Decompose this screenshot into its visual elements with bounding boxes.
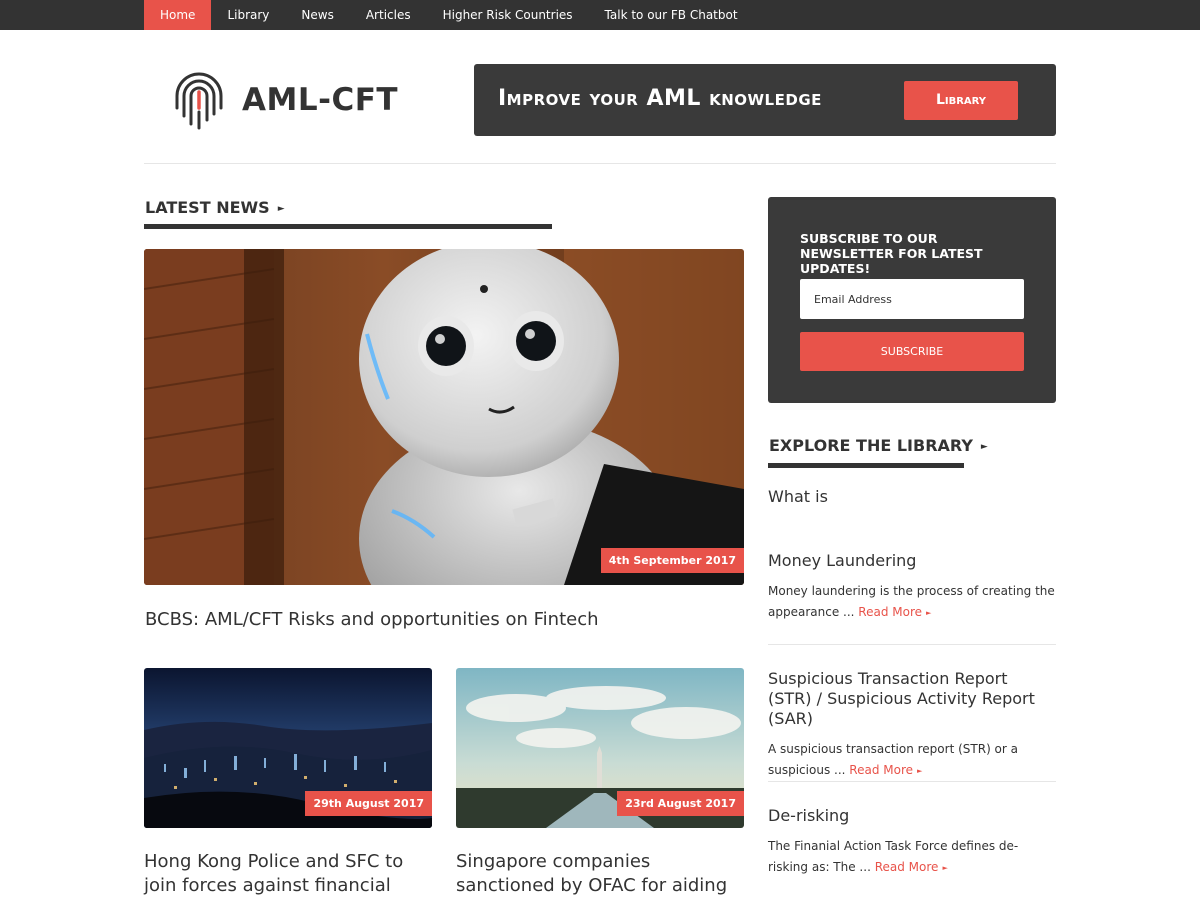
library-item: Money Laundering Money laundering is the… xyxy=(768,551,1056,624)
banner-library-button[interactable]: Library xyxy=(904,81,1018,120)
nav-library[interactable]: Library xyxy=(211,0,285,30)
brand-name: AML-CFT xyxy=(242,82,399,118)
library-item-title[interactable]: De-risking xyxy=(768,806,1056,826)
library-divider xyxy=(768,644,1056,645)
site-logo[interactable]: AML-CFT xyxy=(172,68,398,132)
library-item-title[interactable]: Suspicious Transaction Report (STR) / Su… xyxy=(768,669,1056,729)
news-title-singapore[interactable]: Singapore companies sanctioned by OFAC f… xyxy=(456,850,744,898)
featured-date-badge: 4th September 2017 xyxy=(600,548,744,573)
triangle-right-icon: ► xyxy=(980,442,988,452)
top-navigation-bar: Home Library News Articles Higher Risk C… xyxy=(0,0,1200,30)
nav-articles[interactable]: Articles xyxy=(350,0,427,30)
read-more-label: Read More xyxy=(874,860,939,874)
fingerprint-icon xyxy=(175,72,223,130)
nav-fb-chatbot[interactable]: Talk to our FB Chatbot xyxy=(589,0,754,30)
library-item-title[interactable]: Money Laundering xyxy=(768,551,1056,571)
triangle-right-icon: ► xyxy=(277,204,285,214)
news-image-hong-kong[interactable]: 29th August 2017 xyxy=(144,668,432,828)
latest-news-heading[interactable]: LATEST NEWS ► xyxy=(145,198,285,217)
triangle-right-icon: ► xyxy=(926,609,932,617)
library-item: De-risking The Finanial Action Task Forc… xyxy=(768,806,1056,879)
read-more-label: Read More xyxy=(858,605,923,619)
nav-home[interactable]: Home xyxy=(144,0,212,30)
library-item-desc: Money laundering is the process of creat… xyxy=(768,581,1056,624)
banner-text: Improve your AML knowledge xyxy=(498,86,822,111)
robot-photo xyxy=(144,249,744,585)
promo-banner[interactable]: Improve your AML knowledge Library xyxy=(474,64,1056,136)
latest-news-underline xyxy=(144,224,552,229)
explore-library-underline xyxy=(768,463,964,468)
header-divider xyxy=(144,163,1056,164)
latest-news-heading-text: LATEST NEWS xyxy=(145,198,270,217)
news-image-singapore[interactable]: 23rd August 2017 xyxy=(456,668,744,828)
read-more-link[interactable]: Read More ► xyxy=(849,763,922,777)
nav-higher-risk-countries[interactable]: Higher Risk Countries xyxy=(427,0,589,30)
explore-library-heading-text: EXPLORE THE LIBRARY xyxy=(769,436,973,455)
news-date-badge: 29th August 2017 xyxy=(305,791,432,816)
read-more-link[interactable]: Read More ► xyxy=(875,860,948,874)
top-nav: Home Library News Articles Higher Risk C… xyxy=(144,0,754,30)
library-intro: What is xyxy=(768,487,828,506)
library-item-desc: The Finanial Action Task Force defines d… xyxy=(768,836,1056,879)
featured-news-title[interactable]: BCBS: AML/CFT Risks and opportunities on… xyxy=(145,609,599,630)
nav-news[interactable]: News xyxy=(285,0,349,30)
email-address-field[interactable] xyxy=(800,279,1024,319)
newsletter-subscribe-box: SUBSCRIBE TO OUR NEWSLETTER FOR LATEST U… xyxy=(768,197,1056,403)
subscribe-button[interactable]: SUBSCRIBE xyxy=(800,332,1024,371)
triangle-right-icon: ► xyxy=(942,864,948,872)
library-item: Suspicious Transaction Report (STR) / Su… xyxy=(768,669,1056,782)
read-more-link[interactable]: Read More ► xyxy=(858,605,931,619)
news-title-hong-kong[interactable]: Hong Kong Police and SFC to join forces … xyxy=(144,850,432,898)
news-date-badge: 23rd August 2017 xyxy=(617,791,744,816)
featured-news-image[interactable]: 4th September 2017 xyxy=(144,249,744,585)
newsletter-title: SUBSCRIBE TO OUR NEWSLETTER FOR LATEST U… xyxy=(800,231,983,276)
triangle-right-icon: ► xyxy=(917,767,923,775)
read-more-label: Read More xyxy=(849,763,913,777)
library-divider xyxy=(768,781,1056,782)
library-item-desc: A suspicious transaction report (STR) or… xyxy=(768,739,1056,782)
explore-library-heading[interactable]: EXPLORE THE LIBRARY ► xyxy=(769,436,988,455)
